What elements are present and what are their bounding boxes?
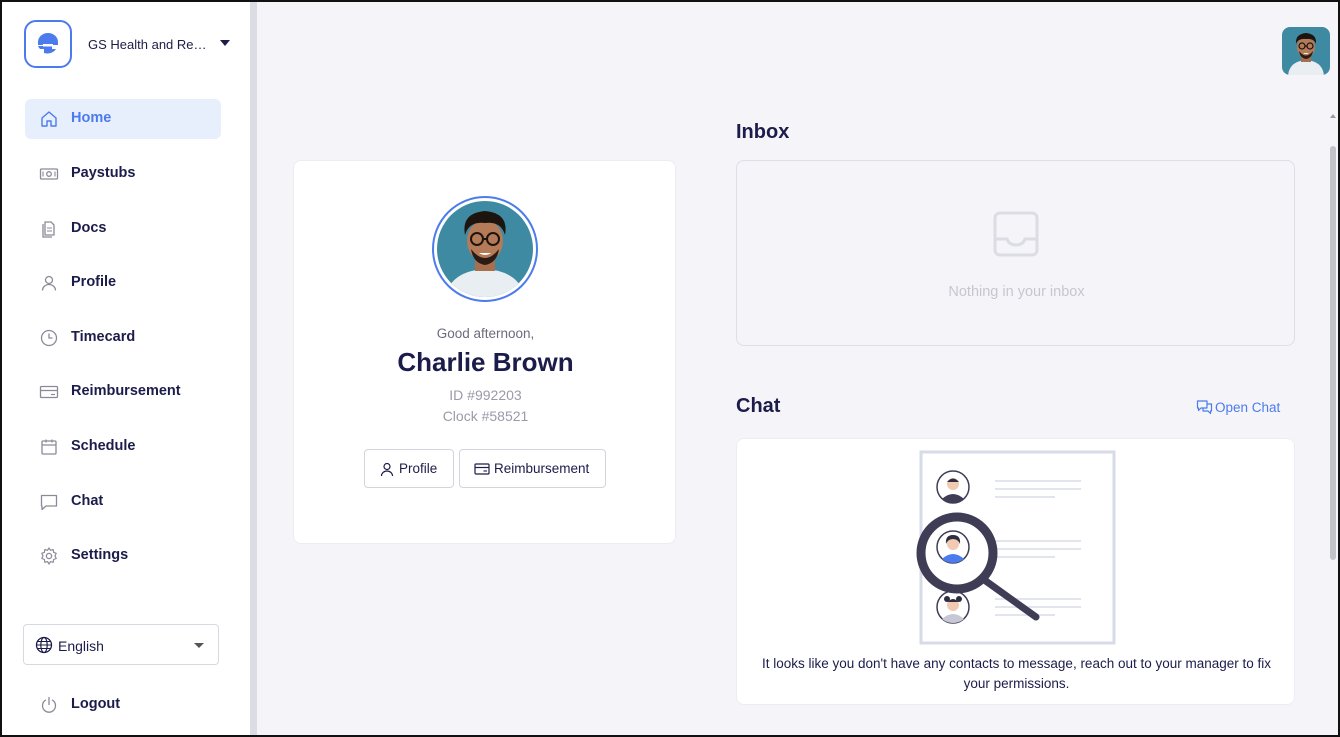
gear-icon bbox=[41, 547, 57, 565]
user-icon bbox=[41, 275, 57, 291]
sidebar-item-docs[interactable]: Docs bbox=[25, 209, 221, 249]
sidebar-item-paystubs[interactable]: Paystubs bbox=[25, 154, 221, 194]
org-dropdown-caret-icon[interactable] bbox=[220, 40, 230, 46]
document-icon bbox=[42, 221, 55, 238]
sidebar-item-home[interactable]: Home bbox=[25, 99, 221, 139]
profile-card: Good afternoon, Charlie Brown ID #992203… bbox=[293, 160, 676, 544]
user-avatar-button[interactable] bbox=[1282, 27, 1330, 75]
greeting-text: Good afternoon, bbox=[436, 326, 535, 341]
money-icon bbox=[39, 168, 59, 180]
sidebar-item-label: Chat bbox=[71, 493, 104, 509]
sidebar-item-schedule[interactable]: Schedule bbox=[25, 427, 221, 467]
scrollbar-thumb[interactable] bbox=[1330, 146, 1336, 560]
sidebar-item-label: Schedule bbox=[71, 438, 136, 454]
home-icon bbox=[41, 111, 57, 127]
card-icon bbox=[39, 385, 59, 399]
reimbursement-button-label: Reimbursement bbox=[494, 461, 590, 476]
inbox-panel: Nothing in your inbox bbox=[736, 160, 1295, 346]
inbox-title: Inbox bbox=[736, 121, 790, 143]
sidebar-item-chat[interactable]: Chat bbox=[25, 482, 221, 522]
avatar-image bbox=[1282, 27, 1330, 75]
inbox-tray-icon bbox=[993, 211, 1039, 257]
chat-empty-message: It looks like you don't have any contact… bbox=[761, 656, 1272, 691]
sidebar-item-label: Settings bbox=[71, 547, 129, 563]
globe-icon bbox=[35, 636, 53, 654]
chat-title: Chat bbox=[736, 395, 781, 417]
logout-button[interactable]: Logout bbox=[25, 685, 221, 725]
sidebar-item-profile[interactable]: Profile bbox=[25, 263, 221, 303]
open-chat-link[interactable]: Open Chat bbox=[1196, 399, 1280, 416]
sidebar: GS Health and Rehab Home Paystubs Docs P… bbox=[2, 2, 250, 735]
clock-number: Clock #58521 bbox=[442, 408, 529, 424]
profile-avatar bbox=[432, 196, 538, 302]
sidebar-divider[interactable] bbox=[250, 2, 257, 735]
sidebar-item-label: Timecard bbox=[71, 329, 136, 345]
profile-button[interactable]: Profile bbox=[364, 449, 454, 488]
sidebar-item-label: Profile bbox=[71, 274, 117, 290]
language-select[interactable]: English bbox=[23, 624, 219, 665]
power-icon bbox=[41, 696, 57, 713]
chat-icon bbox=[40, 494, 58, 511]
profile-photo bbox=[437, 201, 533, 297]
sidebar-item-label: Reimbursement bbox=[71, 383, 181, 399]
app-logo-icon bbox=[38, 33, 58, 54]
logout-label: Logout bbox=[71, 696, 121, 712]
user-name: Charlie Brown bbox=[397, 347, 574, 377]
sidebar-item-reimbursement[interactable]: Reimbursement bbox=[25, 372, 221, 412]
sidebar-item-label: Paystubs bbox=[71, 165, 136, 181]
sidebar-item-timecard[interactable]: Timecard bbox=[25, 318, 221, 358]
inbox-empty-text: Nothing in your inbox bbox=[948, 284, 1085, 300]
sidebar-item-settings[interactable]: Settings bbox=[25, 536, 221, 576]
profile-button-label: Profile bbox=[399, 461, 438, 476]
sidebar-item-label: Home bbox=[71, 110, 112, 126]
app-logo[interactable] bbox=[24, 20, 72, 68]
clock-icon bbox=[40, 329, 58, 347]
chat-panel: It looks like you don't have any contact… bbox=[736, 438, 1295, 705]
language-label: English bbox=[58, 638, 104, 654]
scroll-up-arrow-icon[interactable] bbox=[1330, 114, 1336, 118]
open-chat-label: Open Chat bbox=[1215, 400, 1281, 415]
chat-bubbles-icon bbox=[1196, 400, 1213, 415]
chevron-down-icon bbox=[194, 643, 204, 648]
calendar-icon bbox=[41, 439, 57, 455]
search-contacts-illustration bbox=[916, 450, 1116, 645]
card-icon bbox=[474, 462, 490, 475]
organization-name[interactable]: GS Health and Rehab bbox=[88, 37, 212, 52]
reimbursement-button[interactable]: Reimbursement bbox=[459, 449, 606, 488]
sidebar-item-label: Docs bbox=[71, 220, 107, 236]
user-icon bbox=[380, 462, 394, 476]
employee-id: ID #992203 bbox=[449, 387, 522, 403]
